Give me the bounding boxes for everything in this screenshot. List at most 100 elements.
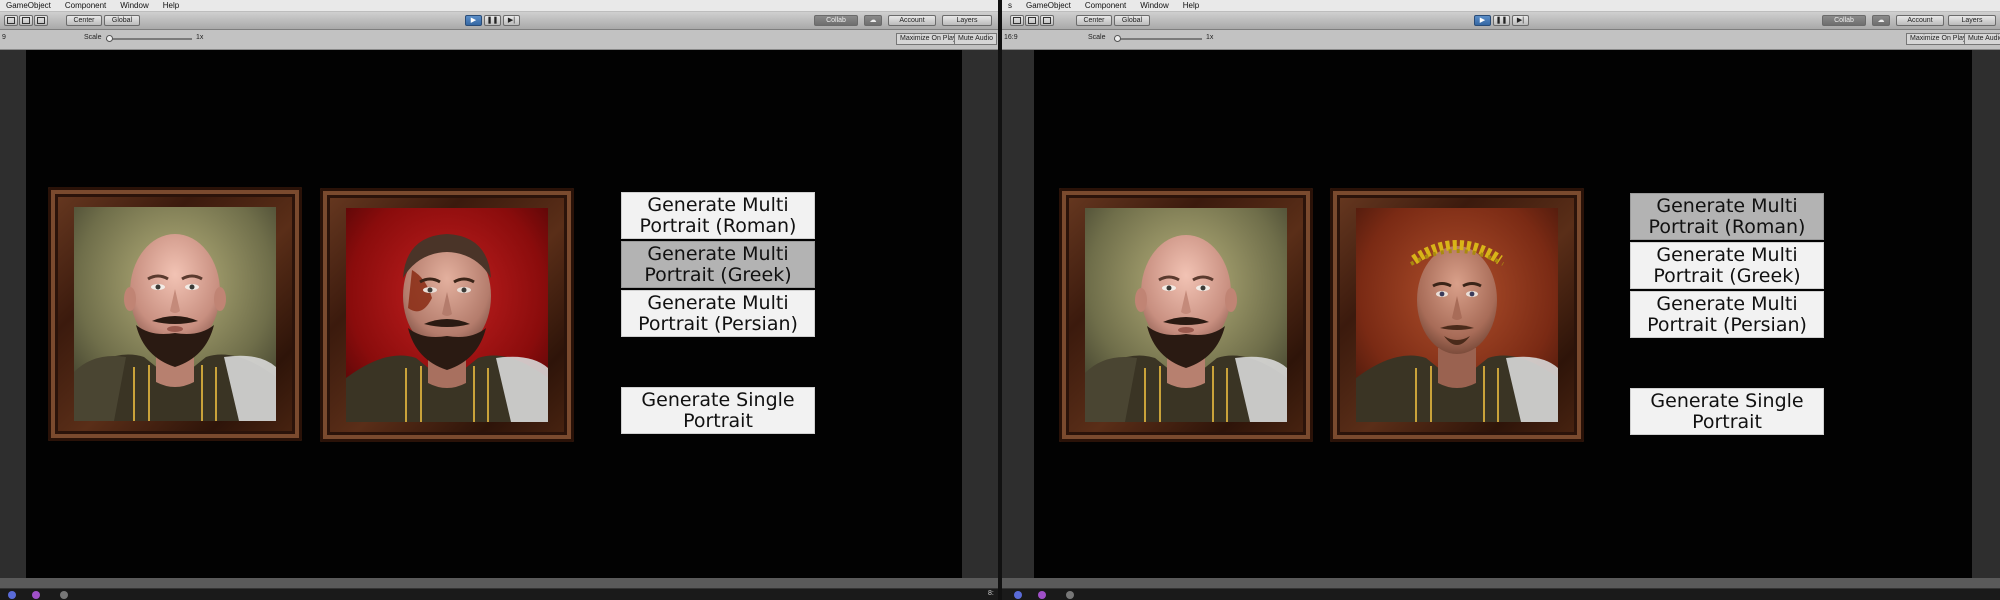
taskbar: [1002, 588, 2000, 600]
scale-tool-icon[interactable]: [4, 15, 18, 26]
cloud-icon: ☁: [869, 17, 877, 24]
generate-single-portrait-label: Generate Single Portrait: [641, 388, 795, 432]
generate-single-portrait-button[interactable]: Generate Single Portrait: [621, 387, 815, 434]
collab-label: Collab: [826, 17, 846, 24]
scale-label: Scale: [84, 34, 102, 41]
taskbar-app-icon[interactable]: [1014, 591, 1022, 599]
menu-bar: s GameObject Component Window Help: [1002, 0, 2000, 12]
scale-slider[interactable]: [106, 38, 192, 40]
generate-single-portrait-label: Generate Single Portrait: [1650, 389, 1804, 433]
play-icon: ▶: [470, 17, 477, 24]
account-dropdown[interactable]: Account: [1896, 15, 1944, 26]
layers-dropdown[interactable]: Layers: [942, 15, 992, 26]
taskbar-app-icon[interactable]: [60, 591, 68, 599]
aspect-dropdown[interactable]: 16:9: [1004, 34, 1018, 41]
step-button[interactable]: ▶|: [503, 15, 520, 26]
generate-multi-greek-label: Generate Multi Portrait (Greek): [1653, 243, 1801, 287]
generate-multi-roman-button[interactable]: Generate Multi Portrait (Roman): [621, 192, 815, 239]
game-view-toolbar: 16:9 Scale 1x Maximize On Play Mute Audi…: [1002, 30, 2000, 50]
editor-window-right: s GameObject Component Window Help Cente…: [1002, 0, 2000, 600]
viewport-margin-left: [0, 50, 26, 578]
cloud-button[interactable]: ☁: [864, 15, 882, 26]
global-label: Global: [1121, 17, 1143, 24]
generate-multi-greek-label: Generate Multi Portrait (Greek): [644, 242, 792, 286]
maximize-on-play-toggle[interactable]: Maximize On Play: [896, 33, 961, 45]
generate-multi-greek-button[interactable]: Generate Multi Portrait (Greek): [621, 241, 815, 288]
menu-gameobject[interactable]: GameObject: [6, 0, 51, 12]
scale-slider-handle[interactable]: [1114, 35, 1121, 42]
menu-gameobject[interactable]: GameObject: [1026, 0, 1071, 12]
generate-multi-persian-label: Generate Multi Portrait (Persian): [638, 291, 798, 335]
scale-slider-handle[interactable]: [106, 35, 113, 42]
aspect-dropdown[interactable]: 9: [2, 34, 6, 41]
status-strip: [1002, 578, 2000, 588]
rect-tool-icon[interactable]: [19, 15, 33, 26]
maximize-on-play-toggle[interactable]: Maximize On Play: [1906, 33, 1971, 45]
layers-dropdown[interactable]: Layers: [1948, 15, 1996, 26]
collab-dropdown[interactable]: Collab: [1822, 15, 1866, 26]
portrait-image-1: [1085, 208, 1287, 422]
pivot-global-toggle[interactable]: Global: [1114, 15, 1150, 26]
scale-label: Scale: [1088, 34, 1106, 41]
play-icon: ▶: [1479, 17, 1486, 24]
taskbar-app-icon[interactable]: [32, 591, 40, 599]
pause-button[interactable]: ❚❚: [1493, 15, 1510, 26]
menu-help[interactable]: Help: [163, 0, 179, 12]
menu-help[interactable]: Help: [1183, 0, 1199, 12]
step-icon: ▶|: [507, 17, 516, 24]
menu-bar: GameObject Component Window Help: [0, 0, 998, 12]
generate-single-portrait-button[interactable]: Generate Single Portrait: [1630, 388, 1824, 435]
pivot-global-toggle[interactable]: Global: [104, 15, 140, 26]
cloud-icon: ☁: [1877, 17, 1885, 24]
menu-component[interactable]: Component: [1085, 0, 1126, 12]
step-icon: ▶|: [1516, 17, 1525, 24]
generate-multi-persian-button[interactable]: Generate Multi Portrait (Persian): [621, 290, 815, 337]
scale-slider[interactable]: [1114, 38, 1202, 40]
menu-window[interactable]: Window: [120, 0, 148, 12]
generate-multi-persian-button[interactable]: Generate Multi Portrait (Persian): [1630, 291, 1824, 338]
transform-tool-icon[interactable]: [34, 15, 48, 26]
main-toolbar: Center Global ▶ ❚❚ ▶| Collab ☁ Account L…: [0, 12, 998, 30]
collab-label: Collab: [1834, 17, 1854, 24]
taskbar-app-icon[interactable]: [1038, 591, 1046, 599]
mute-audio-toggle[interactable]: Mute Audio: [1964, 33, 2000, 45]
menu-component[interactable]: Component: [65, 0, 106, 12]
transform-tools: [1010, 15, 1055, 27]
generate-multi-roman-label: Generate Multi Portrait (Roman): [639, 193, 797, 237]
viewport-margin-right: [962, 50, 998, 578]
portrait-frame-1: [1059, 188, 1313, 442]
scale-tool-icon[interactable]: [1010, 15, 1024, 26]
transform-tool-icon[interactable]: [1040, 15, 1054, 26]
step-button[interactable]: ▶|: [1512, 15, 1529, 26]
portrait-image-1: [74, 207, 276, 421]
global-label: Global: [111, 17, 133, 24]
pivot-center-toggle[interactable]: Center: [66, 15, 102, 26]
rect-tool-icon[interactable]: [1025, 15, 1039, 26]
generate-multi-greek-button[interactable]: Generate Multi Portrait (Greek): [1630, 242, 1824, 289]
collab-dropdown[interactable]: Collab: [814, 15, 858, 26]
menu-partial[interactable]: s: [1008, 0, 1012, 12]
account-dropdown[interactable]: Account: [888, 15, 936, 26]
editor-window-left: GameObject Component Window Help Center …: [0, 0, 998, 600]
scale-value: 1x: [196, 34, 204, 41]
pause-button[interactable]: ❚❚: [484, 15, 501, 26]
portrait-image-2: [1356, 208, 1558, 422]
game-view-toolbar: 9 Scale 1x Maximize On Play Mute Audio: [0, 30, 998, 50]
status-strip: [0, 578, 998, 588]
generate-multi-roman-label: Generate Multi Portrait (Roman): [1648, 194, 1806, 238]
pivot-center-toggle[interactable]: Center: [1076, 15, 1112, 26]
play-button[interactable]: ▶: [1474, 15, 1491, 26]
generate-multi-persian-label: Generate Multi Portrait (Persian): [1647, 292, 1807, 336]
cloud-button[interactable]: ☁: [1872, 15, 1890, 26]
taskbar-app-icon[interactable]: [1066, 591, 1074, 599]
taskbar: 8:: [0, 588, 998, 600]
pause-icon: ❚❚: [486, 17, 499, 24]
menu-window[interactable]: Window: [1140, 0, 1168, 12]
center-label: Center: [1083, 17, 1105, 24]
portrait-frame-1: [48, 187, 302, 441]
play-button[interactable]: ▶: [465, 15, 482, 26]
account-label: Account: [1907, 17, 1933, 24]
generate-multi-roman-button[interactable]: Generate Multi Portrait (Roman): [1630, 193, 1824, 240]
mute-audio-toggle[interactable]: Mute Audio: [954, 33, 998, 45]
taskbar-app-icon[interactable]: [8, 591, 16, 599]
